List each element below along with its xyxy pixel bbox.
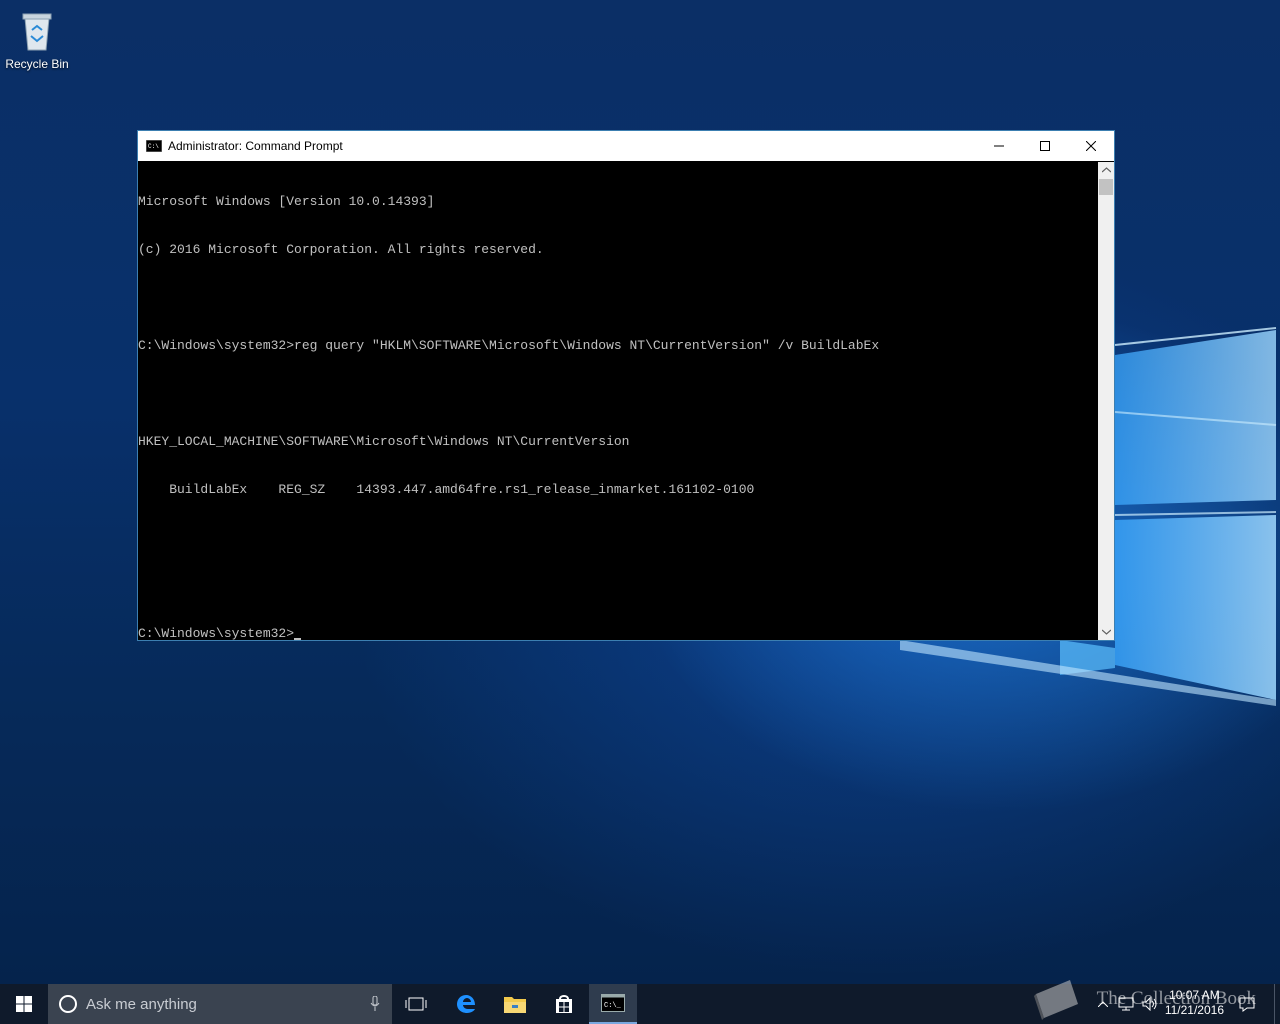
console-line: C:\Windows\system32>reg query "HKLM\SOFT…: [138, 338, 880, 353]
taskbar-edge[interactable]: [442, 984, 490, 1024]
vertical-scrollbar[interactable]: [1098, 162, 1114, 640]
taskbar-store[interactable]: [540, 984, 588, 1024]
taskbar-file-explorer[interactable]: [491, 984, 539, 1024]
svg-text:C:\: C:\: [148, 143, 159, 150]
show-desktop-button[interactable]: [1274, 984, 1280, 1024]
close-button[interactable]: [1068, 131, 1114, 161]
svg-text:C:\_: C:\_: [604, 1002, 622, 1010]
action-center-button[interactable]: [1236, 984, 1258, 1024]
task-view-icon: [405, 997, 427, 1011]
minimize-button[interactable]: [976, 131, 1022, 161]
microphone-icon[interactable]: [370, 996, 380, 1012]
scroll-down-button[interactable]: [1098, 624, 1114, 640]
start-button[interactable]: [0, 984, 48, 1024]
window-titlebar[interactable]: C:\ Administrator: Command Prompt: [138, 131, 1114, 161]
chevron-up-icon: [1101, 167, 1111, 173]
cortana-search-box[interactable]: Ask me anything: [48, 984, 392, 1024]
recycle-bin-icon: [22, 13, 52, 51]
desktop: Recycle Bin C:\ Administrator: Command P…: [0, 0, 1280, 984]
store-icon: [556, 995, 572, 1013]
close-icon: [1086, 141, 1096, 151]
console-prompt: C:\Windows\system32>: [138, 626, 295, 641]
search-placeholder: Ask me anything: [86, 995, 197, 1013]
desktop-icon-label: Recycle Bin: [5, 57, 69, 71]
book-watermark-icon: [1034, 980, 1078, 1020]
console-line: BuildLabEx REG_SZ 14393.447.amd64fre.rs1…: [138, 482, 755, 497]
maximize-button[interactable]: [1022, 131, 1068, 161]
clock[interactable]: 10:07 AM 11/21/2016: [1165, 988, 1224, 1018]
command-prompt-window[interactable]: C:\ Administrator: Command Prompt Micros…: [137, 130, 1115, 641]
scroll-thumb[interactable]: [1099, 179, 1113, 195]
text-cursor: [294, 638, 302, 640]
chevron-up-icon: [1098, 1001, 1108, 1007]
command-prompt-icon: C:\: [146, 140, 162, 152]
window-title: Administrator: Command Prompt: [168, 139, 343, 153]
taskbar-command-prompt[interactable]: C:\_: [589, 984, 637, 1024]
console-line: HKEY_LOCAL_MACHINE\SOFTWARE\Microsoft\Wi…: [138, 434, 630, 449]
clock-date: 11/21/2016: [1164, 1003, 1224, 1017]
show-hidden-icons-button[interactable]: [1094, 984, 1112, 1024]
task-view-button[interactable]: [392, 984, 440, 1024]
command-prompt-icon: C:\_: [601, 994, 625, 1012]
network-button[interactable]: [1116, 984, 1136, 1024]
clock-time: 10:07 AM: [1169, 988, 1220, 1002]
volume-icon: [1142, 997, 1157, 1011]
volume-button[interactable]: [1140, 984, 1160, 1024]
console-line: Microsoft Windows [Version 10.0.14393]: [138, 194, 435, 209]
notification-icon: [1239, 997, 1255, 1012]
prompt-line[interactable]: C:\Windows\system32>: [138, 626, 1098, 642]
console-line: (c) 2016 Microsoft Corporation. All righ…: [138, 242, 544, 257]
file-explorer-icon: [504, 997, 526, 1013]
maximize-icon: [1040, 141, 1050, 151]
desktop-icon-recycle-bin[interactable]: Recycle Bin: [4, 6, 70, 71]
chevron-down-icon: [1101, 629, 1111, 635]
network-icon: [1118, 997, 1134, 1011]
minimize-icon: [994, 145, 1004, 147]
console-output[interactable]: Microsoft Windows [Version 10.0.14393] (…: [138, 162, 1098, 642]
scroll-up-button[interactable]: [1098, 162, 1114, 178]
windows-start-icon: [16, 996, 32, 1012]
edge-icon: [457, 995, 475, 1013]
cortana-icon: [59, 995, 77, 1013]
taskbar: Ask me anything C:\_ The Collection Book: [0, 980, 1280, 1024]
